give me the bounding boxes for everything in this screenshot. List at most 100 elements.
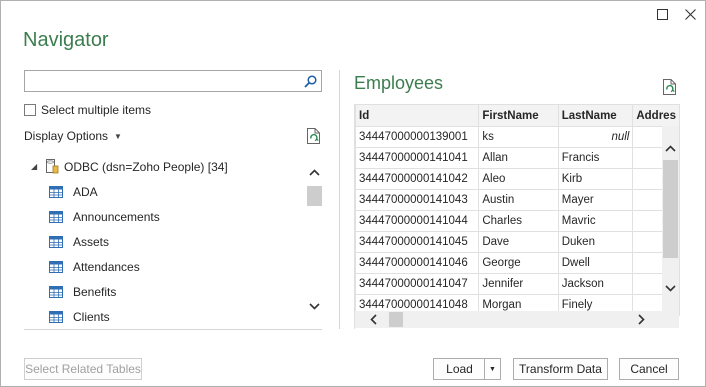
tree-item-label: ADA <box>73 184 98 199</box>
cell-lastname: Francis <box>557 147 634 169</box>
grid-scroll-down-arrow[interactable] <box>662 280 679 297</box>
cell-id: 34447000000141046 <box>355 252 480 274</box>
maximize-button[interactable] <box>652 5 672 23</box>
search-input[interactable] <box>27 72 297 90</box>
display-options-dropdown[interactable]: Display Options ▼ <box>24 129 122 143</box>
tree-item-label: Benefits <box>73 284 117 299</box>
tree-item-label: Clients <box>73 309 110 324</box>
cell-lastname: Mavric <box>557 210 634 232</box>
refresh-icon <box>307 128 320 144</box>
table-row: 34447000000141043 Austin Mayer <box>355 189 680 211</box>
dialog-title: Navigator <box>23 29 109 51</box>
cell-lastname: Dwell <box>557 252 634 274</box>
close-icon <box>684 8 696 20</box>
search-icon <box>303 74 317 88</box>
cell-firstname: George <box>478 252 559 274</box>
grid-scroll-right-arrow[interactable] <box>633 311 650 328</box>
table-icon <box>49 260 63 273</box>
tree-item-label: Assets <box>73 234 110 249</box>
column-header-id[interactable]: Id <box>355 104 480 127</box>
scroll-down-arrow[interactable] <box>306 298 323 315</box>
table-row: 34447000000141044 Charles Mavric <box>355 210 680 232</box>
tree-item-attendances[interactable]: Attendances <box>49 254 140 279</box>
cell-lastname: Jackson <box>557 273 634 295</box>
refresh-button-preview[interactable] <box>662 78 678 96</box>
select-related-tables-button[interactable]: Select Related Tables <box>24 358 142 380</box>
table-icon <box>49 310 63 323</box>
cell-firstname: Dave <box>478 231 559 253</box>
grid-scroll-up-arrow[interactable] <box>662 140 679 157</box>
cell-firstname: Austin <box>478 189 559 211</box>
cell-firstname: Aleo <box>478 168 559 190</box>
column-header-address[interactable]: Addres <box>632 104 680 127</box>
tree-item-announcements[interactable]: Announcements <box>49 204 160 229</box>
select-multiple-checkbox[interactable] <box>24 104 36 116</box>
table-row: 34447000000141042 Aleo Kirb <box>355 168 680 190</box>
cell-lastname: Duken <box>557 231 634 253</box>
table-row: 34447000000141045 Dave Duken <box>355 231 680 253</box>
chevron-down-icon <box>665 285 676 292</box>
transform-data-button[interactable]: Transform Data <box>513 358 608 380</box>
pane-divider <box>339 70 340 329</box>
close-button[interactable] <box>680 5 700 23</box>
refresh-button-left[interactable] <box>306 127 322 145</box>
cell-id: 34447000000141044 <box>355 210 480 232</box>
grid-scroll-left-arrow[interactable] <box>365 311 382 328</box>
caret-down-icon: ▼ <box>114 131 122 141</box>
column-header-firstname[interactable]: FirstName <box>478 104 559 127</box>
cell-id: 34447000000141041 <box>355 147 480 169</box>
cell-firstname: Allan <box>478 147 559 169</box>
expanded-triangle-icon: ◢ <box>31 162 38 171</box>
column-header-lastname[interactable]: LastName <box>557 104 634 127</box>
tree-item-benefits[interactable]: Benefits <box>49 279 116 304</box>
cell-lastname: Mayer <box>557 189 634 211</box>
table-icon <box>49 235 63 248</box>
cell-firstname: Charles <box>478 210 559 232</box>
grid-vertical-scrollbar[interactable] <box>662 126 679 311</box>
grid-horizontal-scrollbar[interactable] <box>355 311 679 328</box>
chevron-up-icon <box>309 169 320 176</box>
cancel-button[interactable]: Cancel <box>619 358 679 380</box>
search-button[interactable] <box>300 72 320 90</box>
navigator-tree: ◢ ODBC (dsn=Zoho People) [34] ADA Announ… <box>24 154 323 330</box>
table-icon <box>49 285 63 298</box>
table-row: 34447000000141041 Allan Francis <box>355 147 680 169</box>
search-box <box>24 70 322 92</box>
preview-grid: Id FirstName LastName Addres 34447000000… <box>354 104 680 329</box>
chevron-left-icon <box>370 314 377 325</box>
tree-item-label: Attendances <box>73 259 140 274</box>
tree-item-ada[interactable]: ADA <box>49 179 98 204</box>
tree-item-clients[interactable]: Clients <box>49 304 110 329</box>
database-icon <box>46 159 59 174</box>
cell-id: 34447000000141042 <box>355 168 480 190</box>
tree-scrollbar[interactable] <box>306 164 323 329</box>
preview-table: Id FirstName LastName Addres 34447000000… <box>355 104 680 316</box>
tree-item-assets[interactable]: Assets <box>49 229 109 254</box>
refresh-icon <box>663 79 676 95</box>
cell-firstname: Jennifer <box>478 273 559 295</box>
scroll-thumb[interactable] <box>307 186 322 206</box>
chevron-up-icon <box>665 145 676 152</box>
load-dropdown-button[interactable]: ▼ <box>484 358 501 380</box>
grid-vertical-thumb[interactable] <box>663 160 678 258</box>
navigator-dialog: Navigator Select multiple items Display … <box>0 0 706 387</box>
cell-id: 34447000000141047 <box>355 273 480 295</box>
cell-lastname: null <box>557 126 634 148</box>
cell-id: 34447000000141043 <box>355 189 480 211</box>
table-row: 34447000000141047 Jennifer Jackson <box>355 273 680 295</box>
table-icon <box>49 185 63 198</box>
select-multiple-label: Select multiple items <box>41 103 152 117</box>
table-header-row: Id FirstName LastName Addres <box>355 104 680 127</box>
table-row: 34447000000139001 ks null <box>355 126 680 148</box>
scroll-up-arrow[interactable] <box>306 164 323 181</box>
cell-firstname: ks <box>478 126 559 148</box>
display-options-label: Display Options <box>24 129 109 143</box>
table-row: 34447000000141046 George Dwell <box>355 252 680 274</box>
maximize-icon <box>656 8 668 20</box>
caret-down-icon: ▼ <box>489 365 496 373</box>
tree-item-label: Announcements <box>73 209 160 224</box>
load-button[interactable]: Load <box>433 358 485 380</box>
cell-id: 34447000000141045 <box>355 231 480 253</box>
tree-root-label: ODBC (dsn=Zoho People) [34] <box>64 159 228 174</box>
grid-horizontal-thumb[interactable] <box>389 312 403 327</box>
